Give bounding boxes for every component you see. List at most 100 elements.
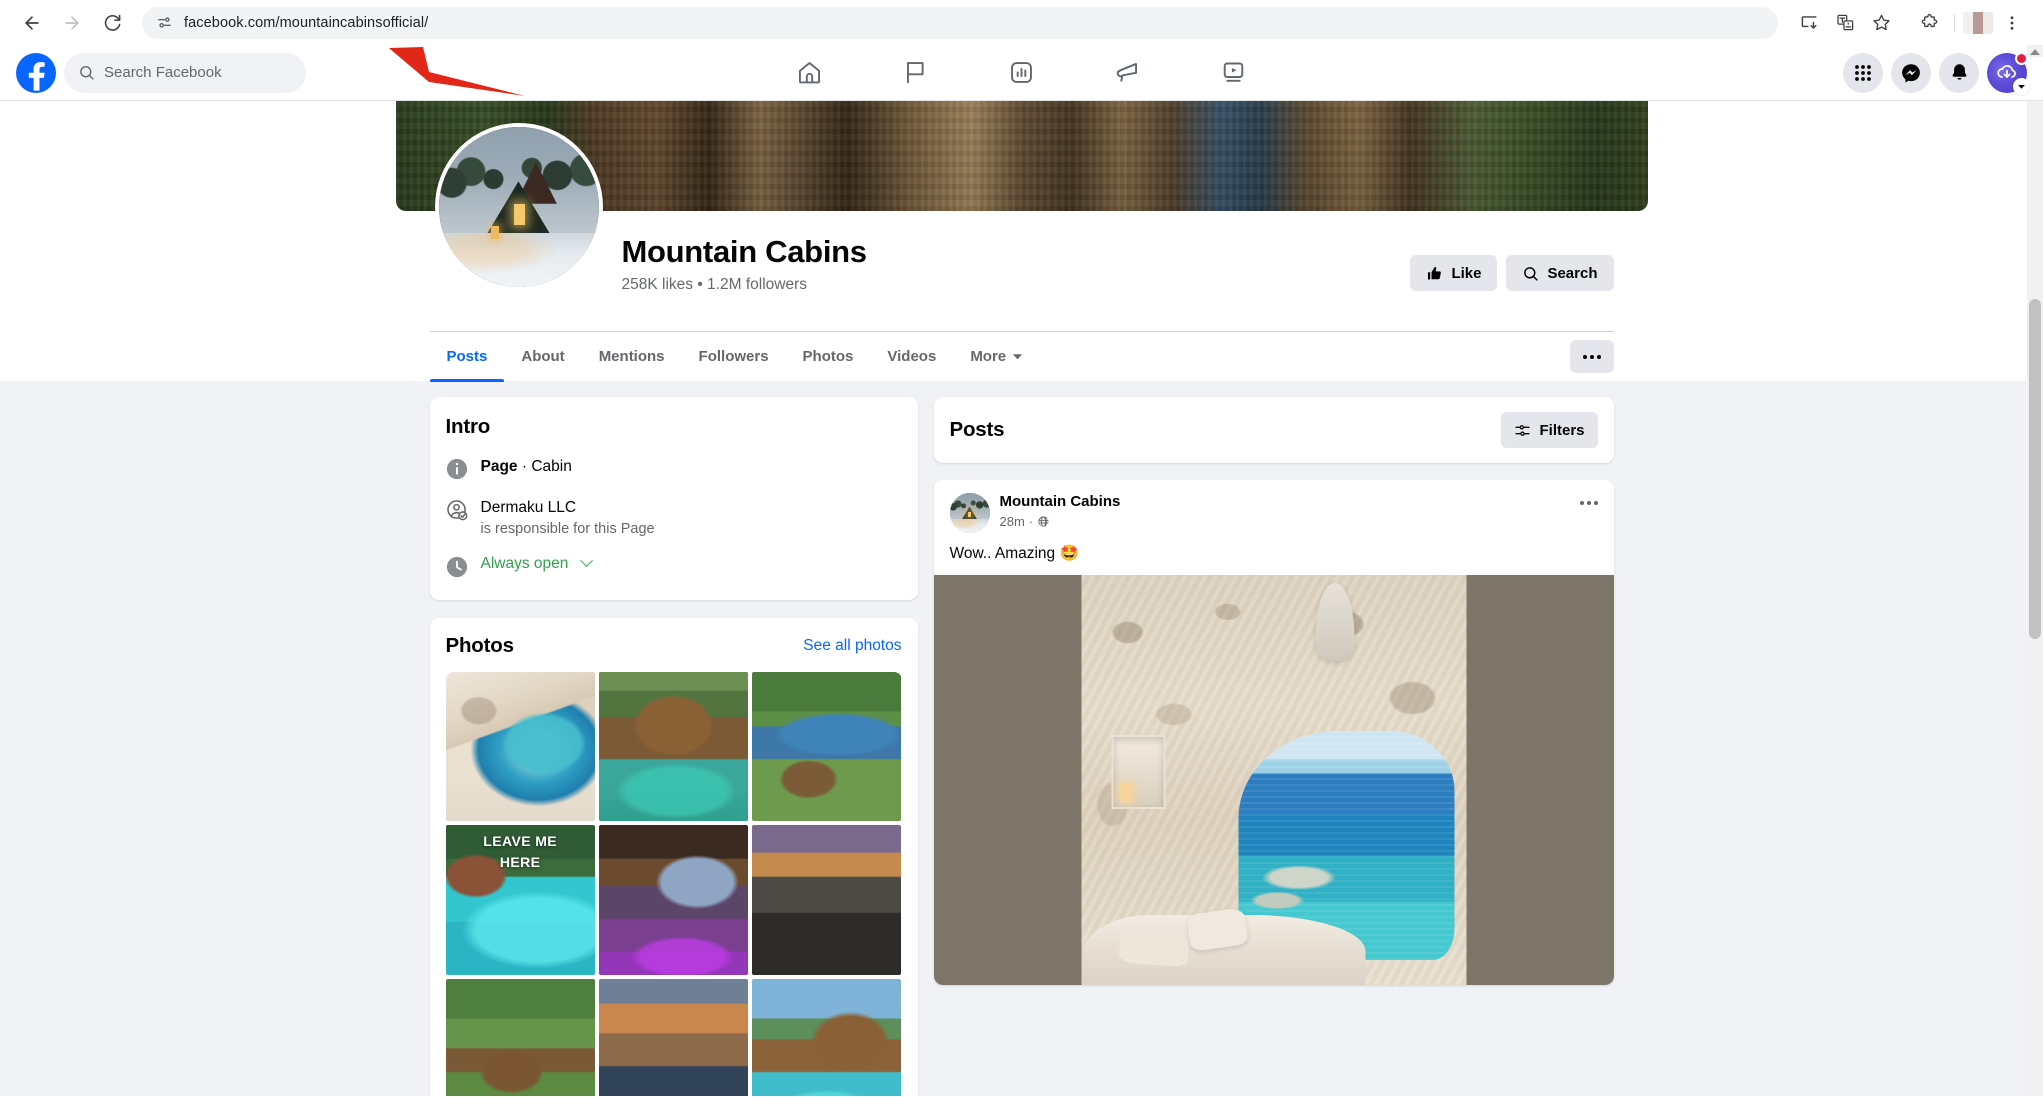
forward-button[interactable] [54,5,90,41]
reload-button[interactable] [94,5,130,41]
page-scrollbar[interactable] [2027,101,2043,1096]
profile-picture[interactable] [434,123,603,291]
post-media[interactable] [933,575,1614,985]
notifications-button[interactable] [1939,52,1979,93]
browser-menu-button[interactable] [1995,6,2029,40]
page-scroll-area: Mountain Cabins 258K likes • 1.2M follow… [0,101,2043,1096]
filters-button[interactable]: Filters [1501,412,1598,448]
site-settings-icon[interactable] [156,14,173,31]
tab-about-label: About [521,348,565,365]
facebook-logo[interactable] [16,52,56,93]
home-icon [798,62,821,84]
facebook-f-icon [28,61,45,91]
post-card: Mountain Cabins 28m · Wow.. Amazing 🤩 [933,480,1614,985]
address-bar[interactable]: facebook.com/mountaincabinsofficial/ [142,6,1778,39]
post-media-image [1081,575,1466,985]
account-caret[interactable] [2013,77,2030,95]
flag-icon [907,62,924,84]
search-icon [80,66,94,80]
post-time-text: 28m [999,513,1025,529]
messenger-icon [1902,63,1920,82]
verified-person-icon [446,500,467,521]
translate-icon [1836,14,1853,31]
page-options-button[interactable] [1569,340,1614,373]
install-app-button[interactable] [1792,6,1826,40]
post-author-avatar[interactable] [949,493,990,533]
intro-heading: Intro [445,415,491,438]
menu-grid-button[interactable] [1843,52,1883,93]
nav-home[interactable] [757,47,863,99]
tab-posts[interactable]: Posts [429,332,505,382]
video-icon [1223,62,1244,82]
search-icon [1524,266,1539,281]
header-right [1843,51,2030,95]
nav-pages[interactable] [863,47,969,99]
intro-responsible-block: Dermaku LLC is responsible for this Page [481,498,655,537]
nav-video[interactable] [1181,47,1287,99]
photo-thumbnail[interactable] [598,825,749,975]
scrollbar-thumb[interactable] [2029,299,2041,639]
tab-followers-label: Followers [698,348,769,365]
browser-profile-avatar[interactable] [1963,11,1993,34]
photos-heading: Photos [445,633,514,657]
reload-icon [104,14,120,31]
tab-mentions[interactable]: Mentions [582,332,682,382]
profile-actions: Like Search [1410,255,1614,291]
like-button[interactable]: Like [1410,255,1498,291]
post-options-button[interactable] [1579,493,1598,505]
bar-chart-icon [1011,62,1032,83]
three-dot-menu-icon [2010,15,2014,30]
tab-videos[interactable]: Videos [870,332,953,382]
tab-followers[interactable]: Followers [682,332,786,382]
translate-button[interactable] [1828,6,1862,40]
photos-card-header: Photos See all photos [446,634,902,658]
chevron-down-icon[interactable] [579,554,593,567]
photo-overlay-line1: LEAVE ME [483,833,558,850]
globe-icon [1038,516,1049,527]
photo-thumbnail[interactable] [752,825,902,975]
photo-thumbnail[interactable] [445,978,595,1096]
like-button-label: Like [1451,264,1482,282]
post-author-block: Mountain Cabins 28m · [1000,493,1121,529]
photo-overlay-text: LEAVE ME HERE [446,831,595,872]
tab-photos[interactable]: Photos [786,332,871,382]
bookmark-button[interactable] [1864,6,1898,40]
see-all-photos-link[interactable]: See all photos [803,637,901,655]
url-text: facebook.com/mountaincabinsofficial/ [184,14,429,31]
search-facebook-input[interactable]: Search Facebook [64,52,306,93]
browser-toolbar: facebook.com/mountaincabinsofficial/ [0,0,2043,45]
forward-arrow-icon [65,15,79,30]
grid-apps-icon [1855,64,1871,81]
posts-header-card: Posts Filters [933,397,1614,463]
photo-overlay-line2: HERE [499,853,541,870]
page-search-button[interactable]: Search [1506,255,1614,291]
photo-thumbnail[interactable]: LEAVE ME HERE [445,825,595,975]
tab-more[interactable]: More [953,332,1040,382]
page-stats: 258K likes • 1.2M followers [621,276,807,294]
scroll-up-arrow-icon[interactable] [2029,47,2041,57]
chevron-down-icon [2018,84,2025,89]
photo-thumbnail[interactable] [752,671,902,822]
chevron-down-icon [1013,354,1023,360]
intro-hours-block[interactable]: Always open [481,554,593,573]
nav-ads[interactable] [1075,47,1181,99]
megaphone-icon [1116,62,1138,82]
post-author-name[interactable]: Mountain Cabins [1000,493,1121,512]
extensions-button[interactable] [1912,6,1946,40]
post-timestamp: 28m · [1000,514,1121,529]
messenger-button[interactable] [1891,52,1931,93]
tab-about[interactable]: About [504,332,581,382]
header-nav [757,47,1287,99]
thumbs-up-icon [1428,266,1442,280]
install-app-icon [1801,16,1817,29]
nav-insights[interactable] [969,47,1075,99]
photo-thumbnail[interactable] [445,671,595,822]
intro-row-hours: Always open [446,554,902,578]
tab-mentions-label: Mentions [598,348,665,365]
photo-thumbnail[interactable] [598,978,749,1096]
dot [1589,354,1594,359]
photo-thumbnail[interactable] [598,671,749,822]
account-avatar[interactable] [1987,51,2030,95]
photo-thumbnail[interactable] [752,978,902,1096]
back-button[interactable] [14,5,50,41]
